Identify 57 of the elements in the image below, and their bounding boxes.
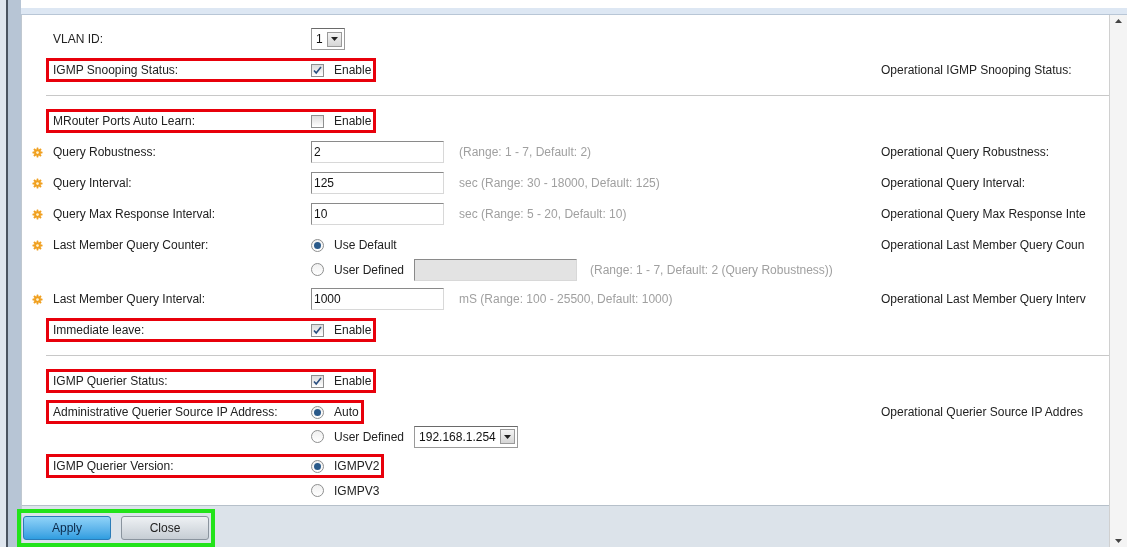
dropdown[interactable]: 192.168.1.254 [414,425,518,448]
checkbox-label: Enable [334,113,372,130]
field-label: Last Member Query Interval: [53,291,207,308]
caret-icon [503,434,511,439]
operational-label: Operational Query Robustness: [881,144,1050,161]
operational-label: Operational Query Max Response Inte [881,206,1086,223]
field-label: Administrative Querier Source IP Address: [53,404,279,421]
operational-label: Operational Query Interval: [881,175,1026,192]
radio-label: Auto [334,404,359,421]
caret-icon [330,37,338,41]
field-label: Query Robustness: [53,144,157,161]
hint-text: mS (Range: 100 - 25500, Default: 1000) [459,291,673,308]
operational-label: Operational IGMP Snooping Status: [881,62,1072,79]
apply-button[interactable]: Apply [23,516,111,540]
checkbox[interactable] [311,114,324,128]
radio-label: Use Default [334,237,397,254]
radio-label: IGMPV2 [334,458,380,475]
radio-label: User Defined [334,261,405,279]
field-label: Immediate leave: [53,322,146,339]
radio-button[interactable] [311,405,324,419]
operational-label: Operational Querier Source IP Addres [881,404,1083,421]
field-label: VLAN ID: [53,31,104,48]
radio-button[interactable] [311,484,324,497]
radio-label: User Defined [334,428,405,446]
hint-text: (Range: 1 - 7, Default: 2 (Query Robustness)) [590,261,833,279]
field-label: IGMP Snooping Status: [53,62,180,79]
hint-text: (Range: 1 - 7, Default: 2) [459,144,592,161]
radio-button[interactable] [311,263,324,276]
field-label: Query Max Response Interval: [53,206,217,223]
operational-label: Operational Last Member Query Interv [881,291,1086,308]
operational-label: Operational Last Member Query Coun [881,237,1085,254]
hint-text: sec (Range: 30 - 18000, Default: 125) [459,175,660,192]
input-field[interactable]: 1000 [311,288,444,310]
radio-button[interactable] [311,459,324,473]
radio-label: IGMPV3 [334,482,380,500]
field-label: Query Interval: [53,175,133,192]
input-field[interactable]: 125 [311,172,444,194]
radio-button[interactable] [311,430,324,443]
field-label: IGMP Querier Version: [53,458,175,475]
checkbox[interactable] [311,374,324,388]
field-label: IGMP Querier Status: [53,373,169,390]
scroll-up-icon[interactable] [1115,19,1122,23]
input-field[interactable]: 10 [311,203,444,225]
checkbox-label: Enable [334,322,372,339]
scrollbar[interactable] [1109,15,1127,547]
hint-text: sec (Range: 5 - 20, Default: 10) [459,206,627,223]
close-button[interactable]: Close [121,516,209,540]
dropdown[interactable]: 1 [311,28,345,50]
input-field[interactable]: 2 [311,141,444,163]
checkbox[interactable] [311,63,324,77]
radio-button[interactable] [311,238,324,252]
checkbox[interactable] [311,323,324,337]
field-label: MRouter Ports Auto Learn: [53,113,197,130]
checkbox-label: Enable [334,373,372,390]
scroll-down-icon[interactable] [1115,539,1122,543]
checkbox-label: Enable [334,62,372,79]
field-label: Last Member Query Counter: [53,237,210,254]
